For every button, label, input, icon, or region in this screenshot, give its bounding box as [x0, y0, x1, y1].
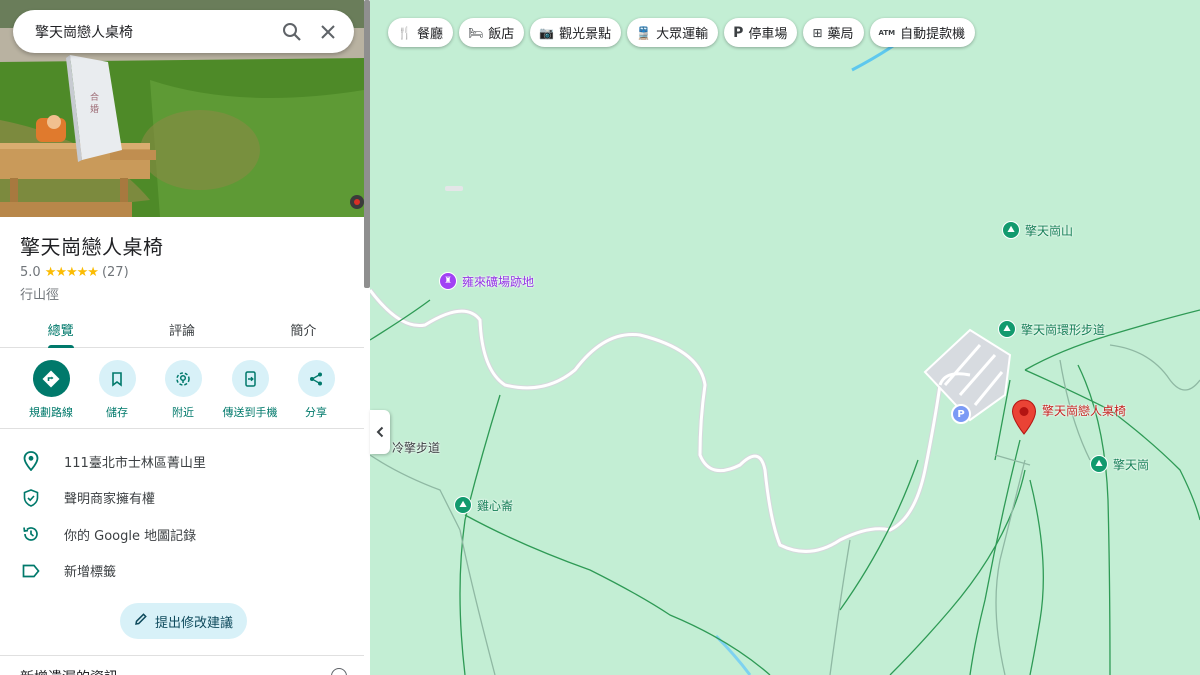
nearby-button[interactable]: 附近 — [148, 360, 218, 420]
chip-hotels[interactable]: 🛏 飯店 — [458, 18, 525, 47]
chip-transit[interactable]: 🚆 大眾運輸 — [627, 18, 719, 47]
selected-place-pin[interactable]: 擎天崗戀人桌椅 — [1011, 399, 1126, 435]
claim-business-text: 聲明商家擁有權 — [64, 492, 156, 508]
chip-attractions[interactable]: 📷 觀光景點 — [530, 18, 622, 47]
rating-value: 5.0 — [20, 265, 41, 280]
directions-label: 規劃路線 — [29, 406, 73, 419]
parking-icon: P — [733, 24, 744, 41]
info-list: 111臺北市士林區菁山里 聲明商家擁有權 你的 Google 地圖記錄 新增標籤 — [0, 443, 364, 589]
hiking-icon: ⛰ — [1002, 221, 1020, 239]
save-button[interactable]: 儲存 — [82, 360, 152, 420]
chip-restaurants[interactable]: 🍴 餐廳 — [388, 18, 453, 47]
suggest-edit-button[interactable]: 提出修改建議 — [120, 603, 247, 639]
tab-about[interactable]: 簡介 — [243, 310, 364, 347]
divider — [0, 655, 364, 656]
rating-stars-icon: ★★★★★ — [44, 265, 99, 280]
camera-icon: 📷 — [539, 25, 555, 40]
landmark-icon: ♜ — [439, 272, 457, 290]
chip-pharmacy-label: 藥局 — [827, 27, 854, 42]
place-tabs: 總覽 評論 簡介 — [0, 310, 364, 348]
poi-qingtiangang[interactable]: ⛰ 擎天崗 — [1090, 455, 1149, 473]
pencil-icon — [134, 612, 148, 630]
suggest-edit-label: 提出修改建議 — [154, 615, 233, 631]
poi-label: 雞心崙 — [477, 498, 514, 513]
divider — [0, 428, 364, 429]
svg-text:合: 合 — [90, 91, 99, 103]
nearby-icon — [164, 360, 202, 397]
chevron-left-icon — [376, 426, 384, 438]
poi-label: 雍來礦場跡地 — [462, 274, 535, 289]
shield-check-icon — [20, 487, 42, 509]
poi-yonglai-site[interactable]: ♜ 雍來礦場跡地 — [439, 272, 534, 290]
poi-ring-trail[interactable]: ⛰ 擎天崗環形步道 — [998, 320, 1105, 338]
chip-atm[interactable]: ATM 自動提款機 — [869, 18, 976, 47]
poi-jixin-peak[interactable]: ⛰ 雞心崙 — [454, 496, 513, 514]
location-pin-icon — [20, 450, 42, 472]
place-title: 擎天崗戀人桌椅 — [20, 235, 164, 259]
hiking-icon: ⛰ — [454, 496, 472, 514]
label-tag-icon — [20, 560, 42, 582]
chip-parking[interactable]: P 停車場 — [724, 18, 798, 47]
phone-icon — [231, 360, 269, 397]
share-button[interactable]: 分享 — [281, 360, 351, 420]
category-chips: 🍴 餐廳 🛏 飯店 📷 觀光景點 🚆 大眾運輸 P 停車場 ⊞ 藥局 ATM 自動提款機 — [388, 18, 976, 47]
action-buttons: 規劃路線 儲存 附近 傳送到手機 分享 — [0, 360, 364, 420]
pharmacy-icon: ⊞ — [812, 25, 823, 40]
trail-label-lengqing: 冷擎步道 — [392, 441, 441, 455]
share-icon — [297, 360, 335, 397]
history-icon — [20, 523, 42, 545]
review-count[interactable]: (27) — [102, 265, 129, 280]
search-icon[interactable] — [274, 14, 310, 50]
address-text: 111臺北市士林區菁山里 — [64, 455, 206, 471]
red-pin-icon — [1011, 399, 1037, 435]
send-to-phone-button[interactable]: 傳送到手機 — [215, 360, 285, 420]
directions-button[interactable]: 規劃路線 — [16, 360, 86, 420]
bookmark-icon — [98, 360, 136, 397]
add-label-row[interactable]: 新增標籤 — [0, 553, 364, 590]
chip-pharmacy[interactable]: ⊞ 藥局 — [803, 18, 864, 47]
address-row[interactable]: 111臺北市士林區菁山里 — [0, 443, 364, 480]
poi-label: 擎天崗山 — [1025, 223, 1074, 238]
poi-label: 擎天崗 — [1113, 457, 1150, 472]
maps-history-text: 你的 Google 地圖記錄 — [64, 528, 197, 544]
chip-attractions-label: 觀光景點 — [559, 27, 612, 42]
atm-icon: ATM — [878, 28, 896, 37]
claim-business-row[interactable]: 聲明商家擁有權 — [0, 480, 364, 517]
close-icon[interactable] — [310, 14, 346, 50]
hiking-icon: ⛰ — [1090, 455, 1108, 473]
place-panel: 合 婚 擎天崗戀人桌椅 5.0 ★★★★★ (27) 行山徑 總覽 評論 簡介 — [0, 0, 370, 675]
train-icon: 🚆 — [636, 25, 652, 40]
tab-reviews[interactable]: 評論 — [121, 310, 242, 347]
svg-text:婚: 婚 — [90, 103, 99, 115]
tab-overview[interactable]: 總覽 — [0, 310, 121, 348]
parking-marker[interactable]: P — [951, 404, 971, 424]
chip-restaurants-label: 餐廳 — [416, 27, 443, 42]
chip-hotels-label: 飯店 — [488, 27, 515, 42]
search-input[interactable] — [35, 23, 274, 40]
info-icon[interactable] — [331, 668, 347, 675]
directions-icon — [32, 360, 70, 397]
map-canvas[interactable]: 🍴 餐廳 🛏 飯店 📷 觀光景點 🚆 大眾運輸 P 停車場 ⊞ 藥局 ATM 自動提款機 ⛰ … — [370, 0, 1200, 675]
maps-history-row[interactable]: 你的 Google 地圖記錄 — [0, 516, 364, 553]
fork-knife-icon: 🍴 — [397, 25, 412, 40]
chip-parking-label: 停車場 — [748, 27, 788, 42]
send-to-phone-label: 傳送到手機 — [222, 406, 278, 419]
rating-row: 5.0 ★★★★★ (27) — [20, 265, 129, 280]
bed-icon: 🛏 — [467, 25, 484, 40]
search-box — [13, 10, 354, 53]
hiking-icon: ⛰ — [998, 320, 1016, 338]
add-missing-info-heading: 新增遺漏的資訊 — [20, 667, 118, 675]
add-label-text: 新增標籤 — [64, 565, 117, 581]
poi-label: 擎天崗環形步道 — [1021, 322, 1106, 337]
collapse-panel-button[interactable] — [370, 410, 390, 454]
nearby-label: 附近 — [172, 406, 194, 419]
place-category[interactable]: 行山徑 — [20, 284, 59, 303]
pin-label: 擎天崗戀人桌椅 — [1042, 403, 1127, 418]
chip-transit-label: 大眾運輸 — [656, 27, 709, 42]
chip-atm-label: 自動提款機 — [900, 27, 966, 42]
share-label: 分享 — [305, 406, 327, 419]
save-label: 儲存 — [106, 406, 128, 419]
poi-qingtian-mountain[interactable]: ⛰ 擎天崗山 — [1002, 221, 1073, 239]
